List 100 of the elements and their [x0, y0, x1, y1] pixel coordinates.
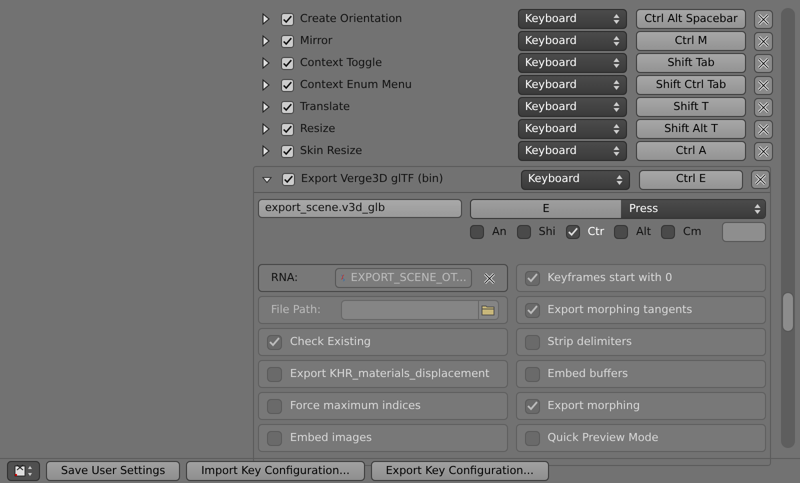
close-icon	[757, 56, 770, 70]
close-icon	[482, 272, 496, 284]
expand-triangle-icon[interactable]	[261, 79, 271, 91]
active-checkbox[interactable]	[281, 144, 294, 158]
footer-button[interactable]: Save User Settings	[46, 461, 180, 481]
option-checkbox[interactable]	[267, 366, 282, 382]
updown-arrows-icon	[613, 123, 620, 135]
event-dropdown[interactable]: Press	[621, 200, 765, 218]
keymap-item-name: Skin Resize	[300, 142, 364, 159]
active-checkbox[interactable]	[281, 34, 294, 48]
updown-arrows-icon	[613, 79, 620, 91]
close-icon	[754, 173, 767, 186]
keymap-item-name: Create Orientation	[300, 10, 404, 27]
close-icon	[757, 12, 770, 26]
updown-arrows-icon	[613, 145, 620, 157]
active-checkbox[interactable]	[282, 173, 295, 186]
editor-type-icon	[12, 464, 34, 478]
option-checkbox[interactable]	[524, 430, 540, 446]
keymap-item-name: Resize	[300, 120, 336, 137]
active-checkbox[interactable]	[281, 100, 294, 114]
remove-button[interactable]	[754, 32, 773, 50]
updown-arrows-icon	[613, 101, 620, 113]
updown-arrows-icon	[754, 203, 761, 215]
remove-button[interactable]	[754, 120, 773, 138]
option-checkbox[interactable]	[524, 398, 540, 414]
expand-triangle-icon[interactable]	[261, 123, 271, 135]
expand-triangle-icon[interactable]	[261, 57, 271, 69]
close-icon	[757, 122, 770, 136]
modifier-key-field[interactable]	[722, 222, 766, 242]
modifier-checkbox[interactable]	[661, 225, 676, 239]
input-type-dropdown[interactable]: Keyboard	[518, 119, 627, 139]
expand-triangle-icon[interactable]	[261, 145, 271, 157]
input-type-dropdown[interactable]: Keyboard	[518, 31, 627, 51]
keymap-item-name: Translate	[300, 98, 351, 115]
option-checkbox[interactable]	[267, 430, 282, 446]
key-button[interactable]: E	[471, 200, 622, 218]
shortcut-button[interactable]: Ctrl Alt Spacebar	[636, 9, 746, 29]
input-type-dropdown[interactable]: Keyboard	[521, 170, 630, 190]
file-path-field[interactable]	[340, 300, 478, 320]
footer-button[interactable]: Import Key Configuration...	[186, 461, 365, 481]
modifier-checkbox[interactable]	[470, 225, 484, 239]
option-label: Quick Preview Mode	[548, 430, 658, 446]
active-checkbox[interactable]	[281, 122, 294, 136]
remove-button[interactable]	[754, 10, 773, 28]
shortcut-button[interactable]: Ctrl A	[636, 141, 746, 161]
option-label: Force maximum indices	[290, 398, 421, 414]
active-checkbox[interactable]	[281, 56, 294, 70]
input-type-dropdown[interactable]: Keyboard	[518, 75, 627, 95]
close-icon	[757, 144, 770, 158]
keymap-item-name: Context Enum Menu	[300, 76, 413, 93]
shortcut-button[interactable]: Shift Alt T	[636, 119, 746, 139]
option-checkbox[interactable]	[524, 302, 540, 318]
modifier-checkbox[interactable]	[566, 225, 580, 239]
folder-icon[interactable]	[481, 304, 495, 316]
remove-button[interactable]	[751, 170, 770, 189]
input-type-dropdown[interactable]: Keyboard	[518, 97, 627, 117]
scrollbar-thumb[interactable]	[782, 292, 794, 332]
option-checkbox[interactable]	[267, 398, 282, 414]
option-checkbox[interactable]	[524, 270, 540, 286]
shortcut-button[interactable]: Ctrl M	[636, 31, 746, 51]
input-type-dropdown[interactable]: Keyboard	[518, 53, 627, 73]
keymap-item-name: Export Verge3D glTF (bin)	[301, 171, 444, 188]
modifier-label: Shi	[538, 224, 556, 240]
input-type-dropdown[interactable]: Keyboard	[518, 9, 627, 29]
expand-triangle-icon[interactable]	[261, 101, 271, 113]
option-label: Export morphing	[548, 398, 640, 414]
operator-field[interactable]: export_scene.v3d_glb	[258, 199, 462, 218]
close-icon	[757, 78, 770, 92]
option-checkbox[interactable]	[267, 334, 282, 350]
close-icon	[757, 100, 770, 114]
active-checkbox[interactable]	[281, 12, 294, 26]
remove-button[interactable]	[754, 142, 773, 160]
expand-triangle-icon[interactable]	[261, 13, 271, 25]
option-label: Embed buffers	[548, 366, 628, 382]
option-checkbox[interactable]	[524, 334, 540, 350]
remove-button[interactable]	[754, 76, 773, 94]
active-checkbox[interactable]	[281, 78, 294, 92]
keymap-item-name: Context Toggle	[300, 54, 383, 71]
remove-button[interactable]	[754, 98, 773, 116]
option-checkbox[interactable]	[524, 366, 540, 382]
modifier-label: An	[492, 224, 507, 240]
remove-button[interactable]	[754, 54, 773, 72]
footer-button[interactable]: Export Key Configuration...	[370, 461, 549, 481]
close-icon	[757, 34, 770, 48]
input-type-dropdown[interactable]: Keyboard	[518, 141, 627, 161]
editor-type-button[interactable]	[7, 461, 40, 481]
shortcut-button[interactable]: Ctrl E	[639, 170, 743, 190]
modifier-checkbox[interactable]	[614, 225, 628, 239]
option-label: Keyframes start with 0	[548, 270, 672, 286]
modifier-label: Cm	[683, 224, 702, 240]
modifier-checkbox[interactable]	[516, 225, 531, 239]
option-label: Check Existing	[290, 334, 371, 350]
expand-triangle-icon[interactable]	[261, 35, 271, 47]
option-label: Export morphing tangents	[548, 302, 692, 318]
modifier-label: Alt	[636, 224, 652, 240]
file-path-label: File Path:	[271, 302, 321, 318]
shortcut-button[interactable]: Shift Ctrl Tab	[636, 75, 746, 95]
rna-label: RNA:	[271, 270, 298, 286]
shortcut-button[interactable]: Shift T	[636, 97, 746, 117]
shortcut-button[interactable]: Shift Tab	[636, 53, 746, 73]
